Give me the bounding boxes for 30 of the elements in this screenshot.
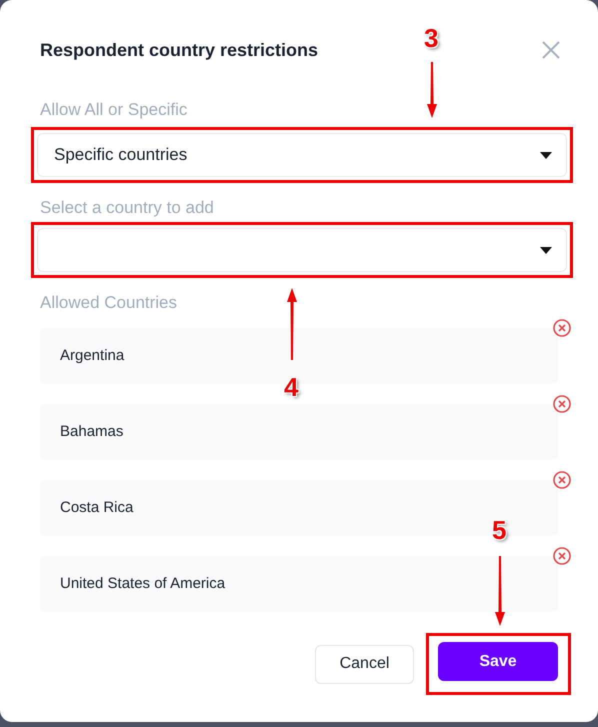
step-number: 5 <box>492 516 506 544</box>
caret-icon <box>540 152 552 158</box>
country-name: Argentina <box>60 346 124 366</box>
close-button[interactable] <box>542 41 560 59</box>
arrow-icon <box>427 62 437 118</box>
remove-icon <box>553 319 571 337</box>
select-field[interactable] <box>37 228 567 272</box>
field-label: Select a country to add <box>40 197 215 219</box>
step-number: 3 <box>424 24 438 52</box>
arrow-icon <box>495 556 505 626</box>
remove-button[interactable] <box>553 395 571 413</box>
section-label: Allowed Countries <box>40 292 178 314</box>
remove-icon <box>553 471 571 489</box>
select-field[interactable]: Specific countries <box>37 133 567 177</box>
arrow-icon <box>287 288 297 360</box>
remove-icon <box>553 547 571 565</box>
country-name: Bahamas <box>60 422 124 442</box>
country-name: United States of America <box>60 574 226 594</box>
cancel-button[interactable]: Cancel <box>315 644 414 684</box>
country-name: Costa Rica <box>60 498 134 518</box>
caret-icon <box>540 246 552 254</box>
save-button[interactable]: Save <box>438 642 558 681</box>
step-number: 4 <box>284 373 298 401</box>
close-icon <box>542 41 560 59</box>
field-label: Allow All or Specific <box>40 99 188 121</box>
remove-icon <box>553 395 571 413</box>
remove-button[interactable] <box>553 471 571 489</box>
dialog-title: Respondent country restrictions <box>40 39 318 62</box>
remove-button[interactable] <box>553 547 571 565</box>
remove-button[interactable] <box>553 319 571 337</box>
